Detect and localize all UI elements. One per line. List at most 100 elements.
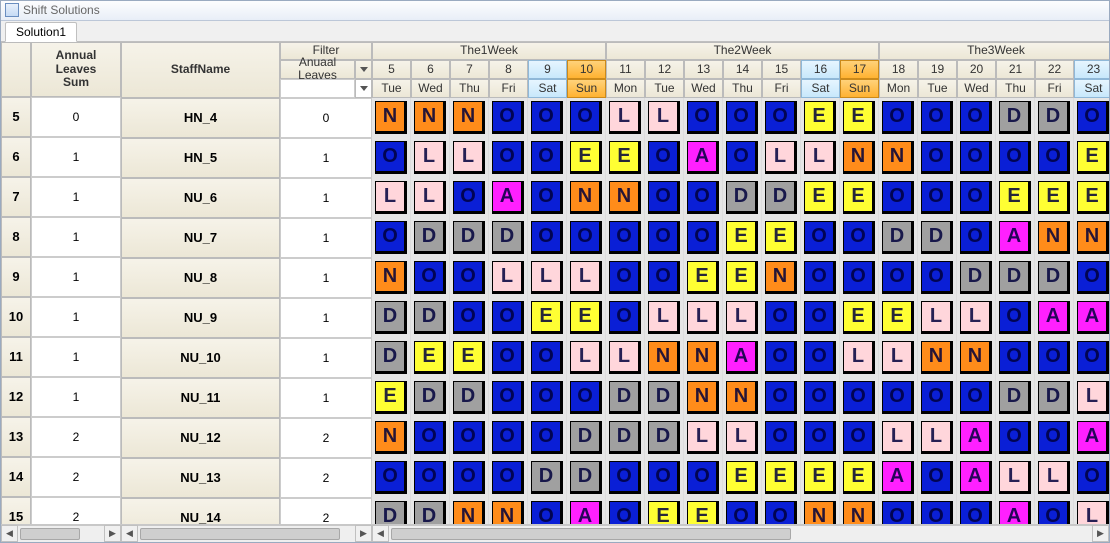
shift-cell[interactable]: L: [489, 258, 528, 298]
shift-cell[interactable]: N: [606, 178, 645, 218]
dow-header[interactable]: Wed: [411, 79, 450, 98]
shift-cell[interactable]: L: [918, 418, 957, 458]
shift-cell[interactable]: N: [762, 258, 801, 298]
shift-cell[interactable]: O: [528, 378, 567, 418]
staff-name-cell[interactable]: NU_11: [121, 378, 280, 418]
shift-cell[interactable]: A: [1035, 298, 1074, 338]
shift-cell[interactable]: L: [840, 338, 879, 378]
header-annual-leaves-sum[interactable]: Annual Leaves Sum: [31, 42, 121, 97]
shift-cell[interactable]: D: [567, 418, 606, 458]
annual-leaves-sum-cell[interactable]: 2: [31, 457, 121, 497]
shift-cell[interactable]: O: [879, 258, 918, 298]
shift-cell[interactable]: E: [840, 458, 879, 498]
shift-cell[interactable]: O: [918, 258, 957, 298]
shift-cell[interactable]: L: [996, 458, 1035, 498]
shift-cell[interactable]: O: [762, 418, 801, 458]
row-index[interactable]: 5: [1, 97, 31, 137]
week-header[interactable]: The1Week: [372, 42, 606, 60]
shift-cell[interactable]: N: [723, 378, 762, 418]
shift-cell[interactable]: O: [489, 338, 528, 378]
shift-cell[interactable]: N: [840, 138, 879, 178]
shift-cell[interactable]: N: [1074, 218, 1109, 258]
shift-cell[interactable]: O: [762, 298, 801, 338]
shift-cell[interactable]: O: [996, 138, 1035, 178]
date-header[interactable]: 23: [1074, 60, 1109, 79]
staff-name-cell[interactable]: NU_12: [121, 418, 280, 458]
shift-cell[interactable]: O: [372, 218, 411, 258]
scroll-track[interactable]: [138, 525, 355, 542]
shift-cell[interactable]: O: [918, 98, 957, 138]
staff-name-cell[interactable]: HN_5: [121, 138, 280, 178]
dow-header[interactable]: Sun: [840, 79, 879, 98]
shift-cell[interactable]: E: [801, 98, 840, 138]
row-index[interactable]: 9: [1, 257, 31, 297]
shift-cell[interactable]: O: [606, 458, 645, 498]
shift-cell[interactable]: O: [606, 298, 645, 338]
shift-cell[interactable]: L: [606, 338, 645, 378]
date-header[interactable]: 17: [840, 60, 879, 79]
shift-cell[interactable]: E: [801, 178, 840, 218]
row-index[interactable]: 14: [1, 457, 31, 497]
dow-header[interactable]: Sat: [528, 79, 567, 98]
shift-cell[interactable]: A: [1074, 418, 1109, 458]
staff-name-cell[interactable]: HN_4: [121, 98, 280, 138]
annual-leaves-sum-cell[interactable]: 1: [31, 257, 121, 297]
shift-cell[interactable]: A: [723, 338, 762, 378]
shift-cell[interactable]: O: [1035, 138, 1074, 178]
staff-name-cell[interactable]: NU_6: [121, 178, 280, 218]
shift-cell[interactable]: O: [567, 218, 606, 258]
shift-cell[interactable]: E: [528, 298, 567, 338]
shift-cell[interactable]: O: [879, 378, 918, 418]
shift-cell[interactable]: E: [1074, 178, 1109, 218]
annual-leave-cell[interactable]: 1: [280, 138, 372, 178]
dow-header[interactable]: Tue: [918, 79, 957, 98]
shift-cell[interactable]: O: [450, 298, 489, 338]
date-header[interactable]: 14: [723, 60, 762, 79]
shift-cell[interactable]: O: [840, 378, 879, 418]
shift-cell[interactable]: O: [1074, 338, 1109, 378]
week-header[interactable]: The2Week: [606, 42, 879, 60]
row-index[interactable]: 8: [1, 217, 31, 257]
row-index[interactable]: 10: [1, 297, 31, 337]
shift-cell[interactable]: N: [372, 98, 411, 138]
shift-cell[interactable]: O: [450, 418, 489, 458]
scroll-right-button[interactable]: ▶: [355, 525, 372, 542]
staff-name-cell[interactable]: NU_8: [121, 258, 280, 298]
shift-cell[interactable]: D: [411, 378, 450, 418]
shift-cell[interactable]: D: [1035, 98, 1074, 138]
dow-header[interactable]: Sun: [567, 79, 606, 98]
shift-cell[interactable]: L: [723, 298, 762, 338]
row-index[interactable]: 6: [1, 137, 31, 177]
shift-cell[interactable]: E: [606, 138, 645, 178]
shift-cell[interactable]: D: [762, 178, 801, 218]
shift-cell[interactable]: L: [684, 298, 723, 338]
tab-solution-1[interactable]: Solution1: [5, 22, 77, 42]
shift-cell[interactable]: O: [528, 98, 567, 138]
header-staffname[interactable]: StaffName: [121, 42, 280, 98]
shift-cell[interactable]: E: [762, 458, 801, 498]
row-index[interactable]: 11: [1, 337, 31, 377]
right-scrollbar[interactable]: ◀ ▶: [372, 525, 1109, 542]
annual-leaves-sum-cell[interactable]: 1: [31, 217, 121, 257]
date-header[interactable]: 6: [411, 60, 450, 79]
staff-name-cell[interactable]: NU_7: [121, 218, 280, 258]
shift-cell[interactable]: O: [918, 138, 957, 178]
shift-cell[interactable]: D: [606, 418, 645, 458]
shift-cell[interactable]: D: [879, 218, 918, 258]
annual-leaves-sum-cell[interactable]: 1: [31, 337, 121, 377]
shift-cell[interactable]: N: [1035, 218, 1074, 258]
shift-cell[interactable]: A: [957, 458, 996, 498]
dow-header[interactable]: Wed: [957, 79, 996, 98]
shift-cell[interactable]: N: [918, 338, 957, 378]
shift-cell[interactable]: O: [957, 98, 996, 138]
row-index[interactable]: 12: [1, 377, 31, 417]
scroll-thumb[interactable]: [20, 528, 80, 540]
scroll-left-button[interactable]: ◀: [372, 525, 389, 542]
shift-cell[interactable]: D: [957, 258, 996, 298]
mid-scrollbar[interactable]: ◀ ▶: [121, 525, 372, 542]
dow-header[interactable]: Fri: [762, 79, 801, 98]
shift-cell[interactable]: O: [489, 98, 528, 138]
shift-cell[interactable]: A: [957, 418, 996, 458]
shift-cell[interactable]: E: [762, 218, 801, 258]
shift-cell[interactable]: A: [879, 458, 918, 498]
